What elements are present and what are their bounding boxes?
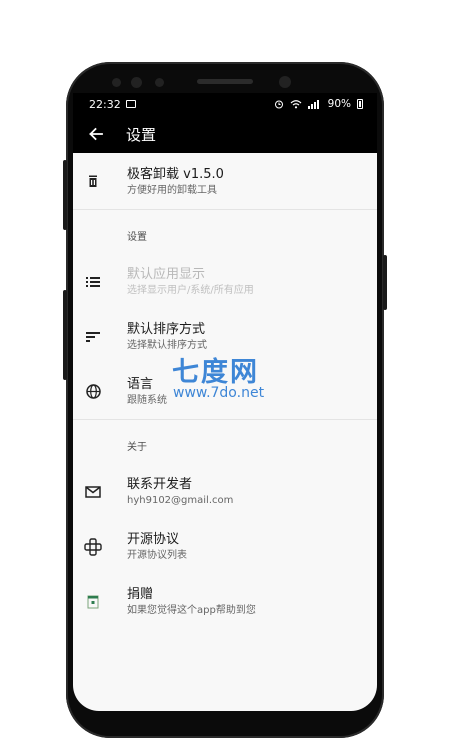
battery-icon [357,99,363,109]
list-icon [84,273,102,291]
back-button[interactable] [85,123,107,145]
setting-subtitle: 选择显示用户/系统/所有应用 [127,285,254,296]
donate-icon [84,593,102,611]
sort-icon [84,328,102,346]
about-contact-developer[interactable]: 联系开发者 hyh9102@gmail.com [73,464,377,519]
section-header-about: 关于 [127,442,147,453]
screen: 22:32 90% 设置 极客卸载 v1.5.0 方便好用的卸载工具 设置 默认… [73,93,377,711]
app-info-row[interactable]: 极客卸载 v1.5.0 方便好用的卸载工具 [73,153,377,209]
power-button [383,255,387,310]
about-open-source-licenses[interactable]: 开源协议 开源协议列表 [73,519,377,574]
status-bar: 22:32 90% [73,93,377,115]
alarm-icon [274,100,283,109]
front-camera [279,76,291,88]
about-subtitle: 如果您觉得这个app帮助到您 [127,605,256,616]
watermark-url: www.7do.net [173,385,265,401]
app-toolbar: 设置 [73,115,377,153]
setting-title: 默认应用显示 [127,267,206,282]
front-sensor [112,78,121,87]
status-time: 22:32 [89,97,121,111]
app-description: 方便好用的卸载工具 [127,184,217,196]
page-title: 设置 [126,125,157,144]
wifi-icon [290,100,302,109]
setting-title: 语言 [127,377,154,392]
front-sensor [155,78,164,87]
about-donate[interactable]: 捐赠 如果您觉得这个app帮助到您 [73,574,377,629]
about-subtitle: 开源协议列表 [127,550,187,561]
about-title: 开源协议 [127,532,180,547]
about-subtitle: hyh9102@gmail.com [127,495,234,506]
app-name: 极客卸载 v1.5.0 [127,166,224,182]
battery-percent: 90% [327,98,351,110]
arrow-left-icon [89,127,103,141]
setting-title: 默认排序方式 [127,322,206,337]
trash-icon [84,172,102,190]
about-title: 捐赠 [127,587,154,602]
about-title: 联系开发者 [127,477,193,492]
watermark-text: 七度网 [172,357,259,388]
globe-icon [84,383,102,401]
front-sensor [131,77,142,88]
setting-default-app-display[interactable]: 默认应用显示 选择显示用户/系统/所有应用 [73,254,377,309]
section-header-settings: 设置 [127,232,147,243]
license-icon [84,537,102,556]
bixby-button [63,290,67,380]
image-notification-icon [125,100,136,108]
volume-button [63,160,67,230]
signal-icon [307,100,319,109]
setting-subtitle: 跟随系统 [127,395,167,406]
mail-icon [84,483,102,501]
earpiece-speaker [197,79,253,84]
